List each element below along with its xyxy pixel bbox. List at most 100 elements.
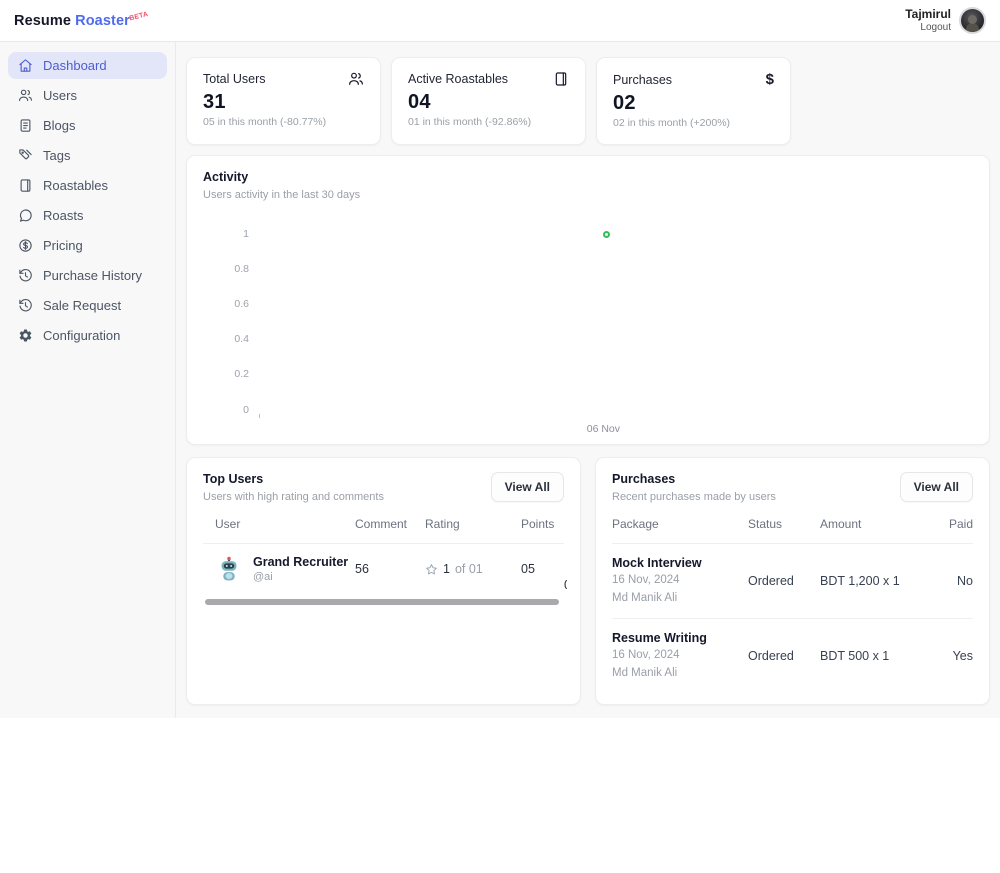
table-row[interactable]: Grand Recruiter @ai 56 1 of 01 05 [203, 544, 564, 592]
purchases-panel: Purchases Recent purchases made by users… [595, 457, 990, 705]
sidebar-item-users[interactable]: Users [8, 82, 167, 109]
top-user-handle: @ai [253, 571, 348, 583]
stat-card-total-users: Total Users 31 05 in this month (-80.77%… [186, 57, 381, 145]
column-header-points: Points [521, 517, 564, 531]
sidebar-item-label: Configuration [43, 328, 120, 343]
column-header-package: Package [612, 517, 748, 531]
activity-subtitle: Users activity in the last 30 days [203, 189, 973, 201]
stat-value: 04 [408, 91, 569, 114]
points-value: 05 [521, 562, 564, 576]
book-icon [18, 178, 33, 193]
main-content: Total Users 31 05 in this month (-80.77%… [176, 42, 1000, 718]
dollar-icon: $ [766, 71, 774, 88]
purchase-paid: No [921, 574, 973, 588]
x-axis-label: 06 Nov [587, 423, 620, 435]
sidebar-item-pricing[interactable]: Pricing [8, 232, 167, 259]
user-avatar[interactable] [959, 7, 986, 34]
stat-subtext: 02 in this month (+200%) [613, 117, 774, 129]
column-header-user: User [203, 517, 355, 531]
tag-icon [18, 148, 33, 163]
package-name: Mock Interview [612, 556, 748, 570]
package-date: 16 Nov, 2024 [612, 573, 748, 588]
history-icon [18, 298, 33, 313]
purchase-amount: BDT 1,200 x 1 [820, 574, 921, 588]
app-header: Resume RoasterBETA Tajmirul Logout [0, 0, 1000, 42]
comment-count: 56 [355, 562, 425, 576]
stat-subtext: 01 in this month (-92.86%) [408, 116, 569, 128]
app-logo[interactable]: Resume RoasterBETA [14, 13, 150, 29]
column-header-comment: Comment [355, 517, 425, 531]
sidebar-item-roasts[interactable]: Roasts [8, 202, 167, 229]
sidebar-item-label: Purchase History [43, 268, 142, 283]
table-row[interactable]: Mock Interview 16 Nov, 2024 Md Manik Ali… [612, 544, 973, 618]
stats-row: Total Users 31 05 in this month (-80.77%… [186, 57, 990, 145]
table-row[interactable]: Resume Writing 16 Nov, 2024 Md Manik Ali… [612, 618, 973, 693]
package-date: 16 Nov, 2024 [612, 648, 748, 663]
y-axis-tick: 0.4 [203, 332, 249, 346]
activity-panel: Activity Users activity in the last 30 d… [186, 155, 990, 445]
rating-of: of 01 [455, 562, 483, 576]
rating-value: 1 [443, 562, 450, 576]
stat-label: Total Users [203, 72, 266, 86]
package-buyer: Md Manik Ali [612, 666, 748, 681]
sidebar-item-blogs[interactable]: Blogs [8, 112, 167, 139]
purchases-table-header: Package Status Amount Paid [612, 517, 973, 544]
y-axis-tick: 0.8 [203, 262, 249, 276]
package-buyer: Md Manik Ali [612, 591, 748, 606]
star-icon [425, 563, 438, 576]
sidebar-item-label: Blogs [43, 118, 76, 133]
sidebar-item-roastables[interactable]: Roastables [8, 172, 167, 199]
beta-badge: BETA [129, 11, 149, 22]
stat-value: 02 [613, 92, 774, 115]
purchases-title: Purchases [612, 472, 776, 486]
activity-chart: 1 0.8 0.6 0.4 0.2 0 06 Nov [203, 227, 973, 441]
robot-avatar [215, 555, 243, 583]
y-axis-tick: 1 [203, 227, 249, 241]
sidebar-item-tags[interactable]: Tags [8, 142, 167, 169]
sidebar: Dashboard Users Blogs Tags Roastables Ro… [0, 42, 176, 718]
document-icon [18, 118, 33, 133]
sidebar-item-label: Roasts [43, 208, 83, 223]
stat-subtext: 05 in this month (-80.77%) [203, 116, 364, 128]
sidebar-item-label: Roastables [43, 178, 108, 193]
y-axis-tick: 0.2 [203, 367, 249, 381]
top-users-table-header: User Comment Rating Points [203, 517, 564, 544]
sidebar-item-label: Dashboard [43, 58, 107, 73]
dollar-circle-icon [18, 238, 33, 253]
chat-icon [18, 208, 33, 223]
sidebar-item-label: Tags [43, 148, 70, 163]
header-user-block: Tajmirul Logout [905, 7, 986, 34]
logo-text-resume: Resume [14, 13, 71, 29]
top-users-view-all-button[interactable]: View All [491, 472, 564, 502]
purchases-subtitle: Recent purchases made by users [612, 491, 776, 503]
sidebar-item-configuration[interactable]: Configuration [8, 322, 167, 349]
stat-label: Purchases [613, 73, 672, 87]
sidebar-item-dashboard[interactable]: Dashboard [8, 52, 167, 79]
package-name: Resume Writing [612, 631, 748, 645]
column-header-rating: Rating [425, 517, 521, 531]
stat-card-purchases: Purchases $ 02 02 in this month (+200%) [596, 57, 791, 145]
horizontal-scrollbar[interactable] [205, 599, 559, 605]
top-users-panel: Top Users Users with high rating and com… [186, 457, 581, 705]
purchase-status: Ordered [748, 649, 820, 663]
user-name: Tajmirul [905, 8, 951, 22]
sidebar-item-sale-request[interactable]: Sale Request [8, 292, 167, 319]
column-header-amount: Amount [820, 517, 921, 531]
column-header-paid: Paid [921, 517, 973, 531]
purchases-view-all-button[interactable]: View All [900, 472, 973, 502]
column-header-status: Status [748, 517, 820, 531]
stat-value: 31 [203, 91, 364, 114]
sidebar-item-purchase-history[interactable]: Purchase History [8, 262, 167, 289]
stat-card-active-roastables: Active Roastables 04 01 in this month (-… [391, 57, 586, 145]
x-axis-tick-mark [259, 414, 260, 418]
history-icon [18, 268, 33, 283]
top-users-title: Top Users [203, 472, 384, 486]
gear-icon [18, 328, 33, 343]
clipped-overflow-cell: 0 [564, 578, 567, 592]
chart-data-point [603, 231, 610, 238]
sidebar-item-label: Sale Request [43, 298, 121, 313]
purchase-paid: Yes [921, 649, 973, 663]
users-icon [18, 88, 33, 103]
purchase-status: Ordered [748, 574, 820, 588]
logout-button[interactable]: Logout [905, 22, 951, 34]
